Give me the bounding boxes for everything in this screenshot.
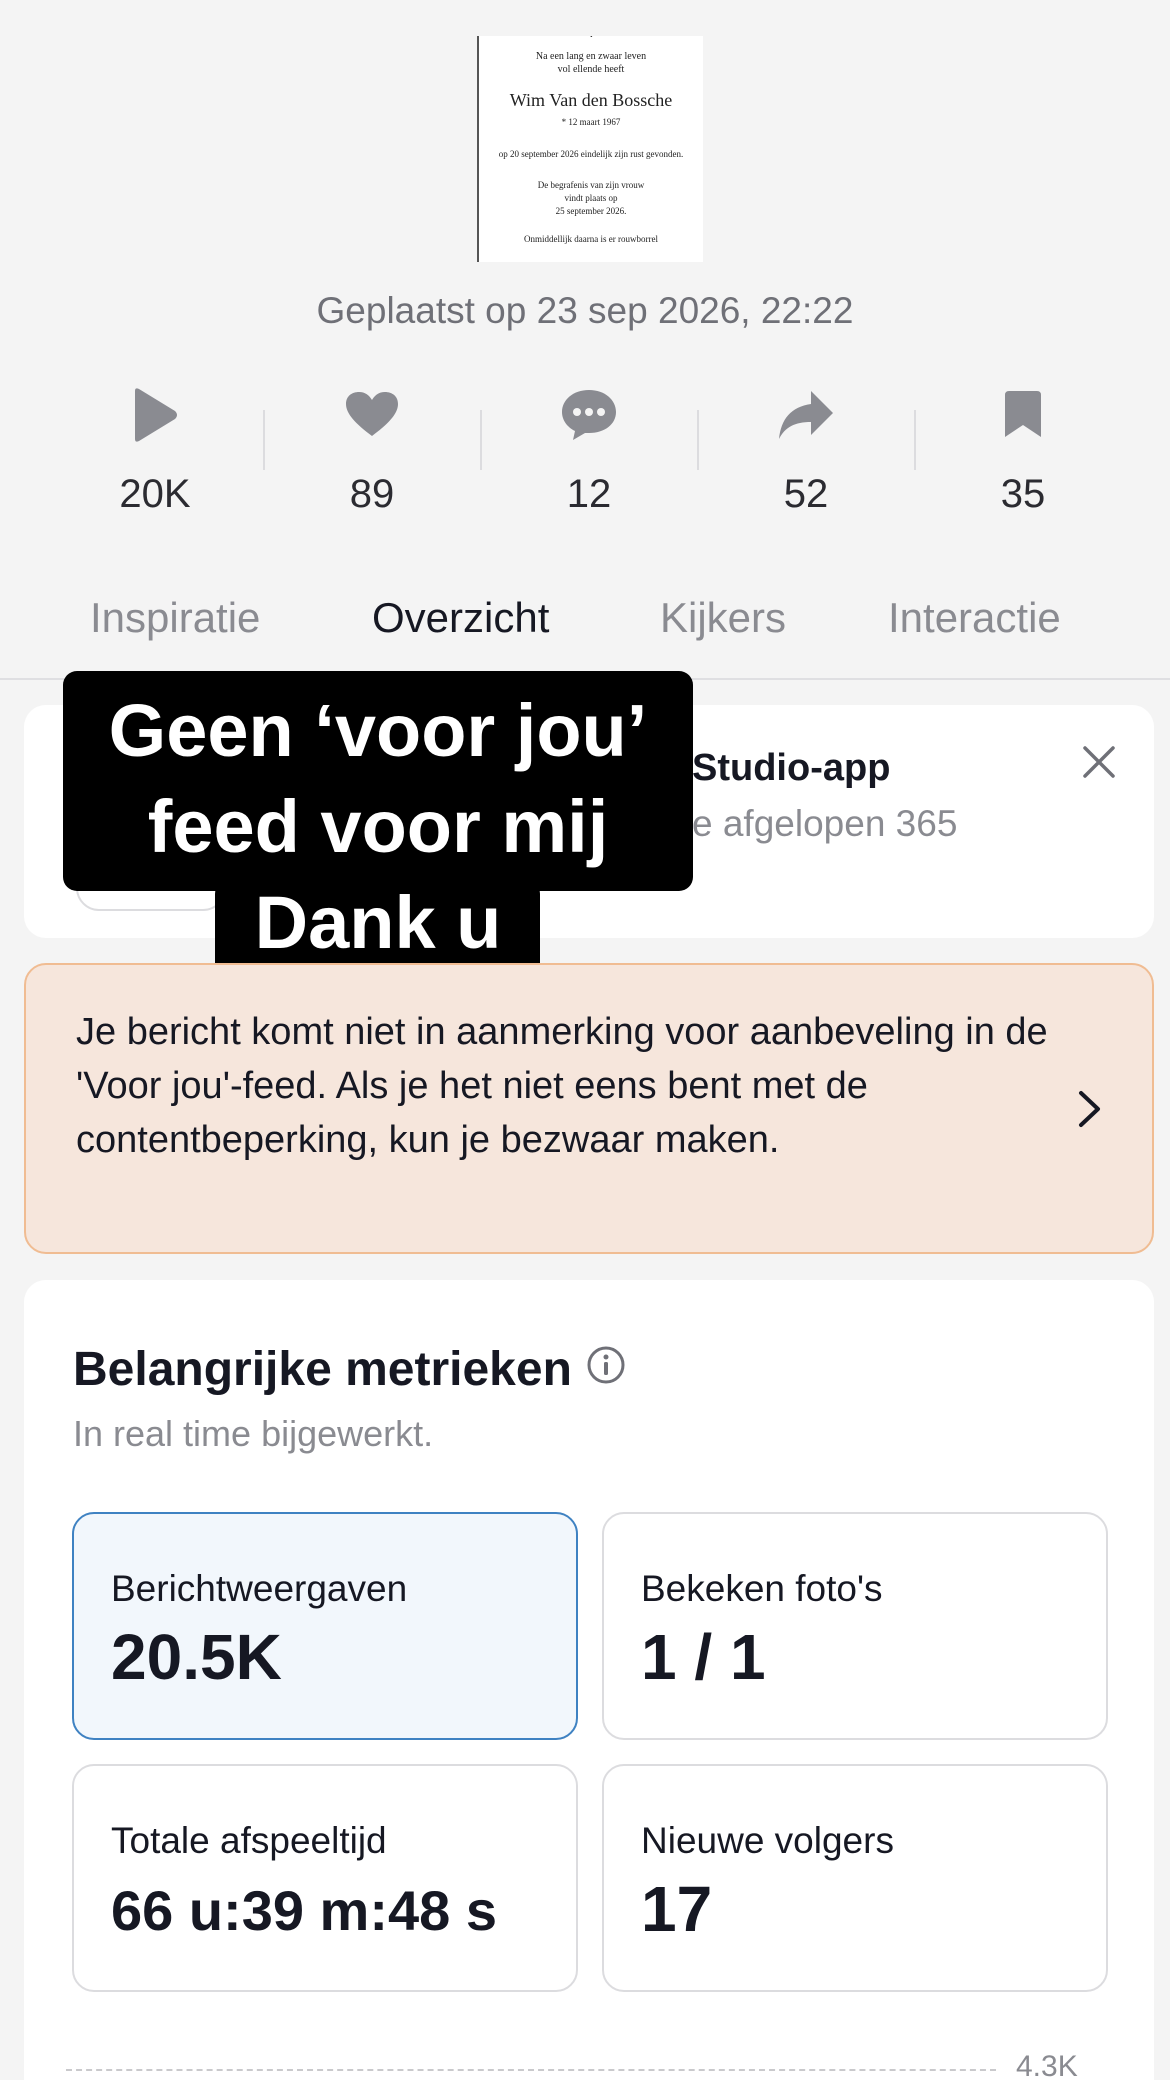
metrics-subtitle: In real time bijgewerkt. — [73, 1413, 434, 1454]
warning-text: Je bericht komt niet in aanmerking voor … — [76, 1011, 1048, 1161]
thumbnail-dot: · — [589, 36, 594, 45]
metric-total-playtime[interactable]: Totale afspeeltijd 66 u:39 m:48 s — [72, 1764, 578, 1992]
metrics-title: Belangrijke metrieken — [73, 1343, 572, 1396]
stat-value: 12 — [566, 472, 612, 516]
tab-overzicht[interactable]: Overzicht — [372, 594, 549, 642]
banner-subtitle: e afgelopen 365 — [692, 803, 958, 844]
metric-value: 20.5K — [111, 1621, 282, 1693]
metric-post-views[interactable]: Berichtweergaven 20.5K — [72, 1512, 578, 1740]
stat-comments: 12 — [489, 380, 689, 517]
thumbnail-name: Wim Van den Bossche — [509, 90, 673, 110]
stat-value: 20K — [119, 472, 191, 516]
stat-saves: 35 — [923, 380, 1123, 517]
metric-label: Berichtweergaven — [111, 1568, 408, 1609]
caption-overlay: Geen ‘voor jou’ feed voor mij Dank u — [63, 683, 693, 971]
chart-gridline — [66, 2069, 996, 2071]
info-icon[interactable] — [586, 1342, 626, 1397]
stat-likes: 89 — [272, 380, 472, 517]
metric-photos-viewed[interactable]: Bekeken foto's 1 / 1 — [602, 1512, 1108, 1740]
chevron-right-icon — [1078, 1090, 1102, 1133]
share-icon — [706, 380, 906, 450]
metric-value: 66 u:39 m:48 s — [111, 1879, 497, 1942]
divider — [914, 410, 916, 470]
tab-bar: Inspiratie Overzicht Kijkers Interactie — [0, 590, 1170, 680]
caption-line1: Geen ‘voor jou’ — [108, 689, 648, 772]
metric-value: 1 / 1 — [641, 1621, 766, 1693]
metric-new-followers[interactable]: Nieuwe volgers 17 — [602, 1764, 1108, 1992]
thumbnail-last: Onmiddellijk daarna is er rouwborrel — [524, 234, 658, 244]
post-thumbnail[interactable]: · Na een lang en zwaar leven vol ellende… — [477, 36, 703, 262]
stat-value: 89 — [349, 472, 395, 516]
thumbnail-line2: vol ellende heeft — [557, 64, 625, 75]
stat-value: 35 — [1000, 472, 1046, 516]
close-icon[interactable] — [1082, 745, 1116, 784]
key-metrics-card: Belangrijke metrieken In real time bijge… — [24, 1280, 1154, 2080]
play-icon — [55, 380, 255, 450]
stat-views: 20K — [55, 380, 255, 517]
banner-title: Studio-app — [692, 747, 891, 789]
thumbnail-rest: op 20 september 2026 eindelijk zijn rust… — [498, 149, 684, 159]
caption-line3: Dank u — [254, 881, 502, 964]
bookmark-icon — [923, 380, 1123, 450]
thumbnail-birth: * 12 maart 1967 — [561, 117, 621, 127]
divider — [480, 410, 482, 470]
stat-shares: 52 — [706, 380, 906, 517]
stat-value: 52 — [783, 472, 829, 516]
tab-inspiratie[interactable]: Inspiratie — [90, 594, 260, 642]
comment-icon — [489, 380, 689, 450]
tab-kijkers[interactable]: Kijkers — [660, 594, 786, 642]
thumbnail-funeral2: vindt plaats op — [564, 193, 618, 203]
divider — [263, 410, 265, 470]
thumbnail-funeral1: De begrafenis van zijn vrouw — [537, 180, 645, 190]
metric-label: Totale afspeeltijd — [111, 1820, 387, 1861]
metric-value: 17 — [641, 1873, 713, 1945]
heart-icon — [272, 380, 472, 450]
caption-line2: feed voor mij — [147, 785, 609, 868]
thumbnail-line1: Na een lang en zwaar leven — [535, 51, 647, 62]
divider — [697, 410, 699, 470]
tab-interactie[interactable]: Interactie — [888, 594, 1061, 642]
thumbnail-funeral3: 25 september 2026. — [555, 206, 627, 216]
posted-date: Geplaatst op 23 sep 2026, 22:22 — [316, 290, 854, 331]
stats-row: 20K 89 12 52 35 — [47, 380, 1123, 520]
metrics-heading: Belangrijke metrieken — [73, 1342, 626, 1397]
restriction-warning[interactable]: Je bericht komt niet in aanmerking voor … — [24, 963, 1154, 1254]
metric-label: Bekeken foto's — [641, 1568, 883, 1609]
metric-label: Nieuwe volgers — [641, 1820, 894, 1861]
chart-axis-label: 4.3K — [1016, 2050, 1078, 2080]
